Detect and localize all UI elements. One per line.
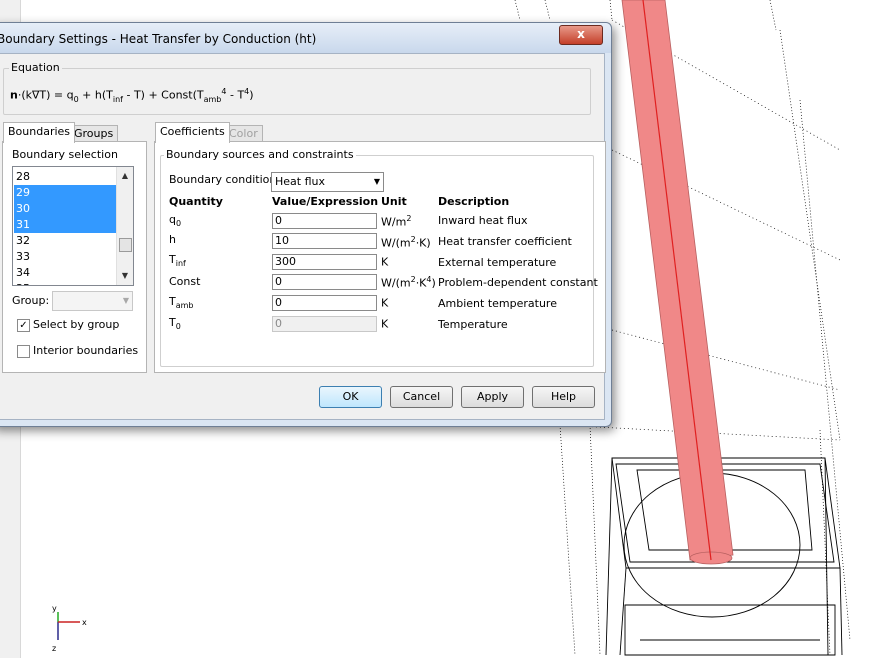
tinf-input[interactable]: 300: [272, 254, 377, 270]
list-item[interactable]: 30: [14, 201, 118, 217]
equation-label: Equation: [9, 61, 62, 74]
quantity-h: h: [169, 233, 176, 246]
description-tamb: Ambient temperature: [438, 297, 557, 310]
t0-input: 0: [272, 316, 377, 332]
column-header-unit: Unit: [381, 195, 407, 208]
group-label: Group:: [12, 294, 50, 307]
group-select[interactable]: ▼: [52, 291, 133, 311]
list-item[interactable]: 29: [14, 185, 118, 201]
select-by-group-checkbox[interactable]: ✓: [17, 319, 30, 332]
quantity-tinf: Tinf: [169, 253, 186, 269]
description-t0: Temperature: [438, 318, 508, 331]
scroll-down-icon[interactable]: ▼: [117, 269, 133, 283]
equation-n: n: [10, 88, 18, 102]
list-item[interactable]: 32: [14, 233, 118, 249]
list-item[interactable]: 35: [14, 281, 118, 285]
close-button[interactable]: x: [559, 25, 603, 45]
quantity-t0: T0: [169, 316, 181, 332]
quantity-const: Const: [169, 275, 201, 288]
boundary-list[interactable]: 28 29 30 31 32 33 34 35 ▲ ▼: [12, 166, 134, 286]
ok-button[interactable]: OK: [319, 386, 382, 408]
description-h: Heat transfer coefficient: [438, 235, 572, 248]
tab-coefficients[interactable]: Coefficients: [155, 122, 230, 143]
cancel-button[interactable]: Cancel: [390, 386, 453, 408]
chevron-down-icon: ▼: [122, 296, 129, 305]
list-item[interactable]: 31: [14, 217, 118, 233]
quantity-tamb: Tamb: [169, 295, 194, 311]
interior-boundaries-checkbox[interactable]: [17, 345, 30, 358]
unit-t0: K: [381, 317, 389, 331]
interior-boundaries-label: Interior boundaries: [33, 344, 139, 357]
tab-color[interactable]: Color: [224, 125, 263, 142]
unit-const: W/(m2·K4): [381, 275, 436, 290]
column-header-quantity: Quantity: [169, 195, 223, 208]
column-header-description: Description: [438, 195, 510, 208]
tamb-input[interactable]: 0: [272, 295, 377, 311]
scroll-thumb[interactable]: [119, 238, 132, 252]
close-icon: x: [577, 27, 585, 41]
help-button[interactable]: Help: [532, 386, 595, 408]
list-item[interactable]: 33: [14, 249, 118, 265]
chevron-down-icon: ▼: [373, 177, 380, 186]
condition-label: Boundary condition:: [169, 173, 281, 186]
description-const: Problem-dependent constant: [438, 276, 598, 289]
list-item[interactable]: 34: [14, 265, 118, 281]
dialog-title: Boundary Settings - Heat Transfer by Con…: [0, 32, 317, 46]
quantity-q0: q0: [169, 213, 182, 229]
apply-button[interactable]: Apply: [461, 386, 524, 408]
q0-input[interactable]: 0: [272, 213, 377, 229]
sources-label: Boundary sources and constraints: [164, 148, 356, 161]
scroll-up-icon[interactable]: ▲: [117, 169, 133, 183]
unit-q0: W/m2: [381, 214, 412, 229]
unit-tamb: K: [381, 296, 389, 310]
rod-axis-line: [642, 0, 712, 561]
axis-z-label: z: [52, 644, 57, 653]
equation-text: n·(k∇T) = q0 + h(Tinf - T) + Const(Tamb4…: [10, 87, 254, 104]
description-q0: Inward heat flux: [438, 214, 528, 227]
column-header-value: Value/Expression: [272, 195, 379, 208]
tab-groups[interactable]: Groups: [69, 125, 119, 142]
h-input[interactable]: 10: [272, 233, 377, 249]
unit-h: W/(m2·K): [381, 235, 431, 250]
tab-boundaries[interactable]: Boundaries: [3, 122, 76, 143]
unit-tinf: K: [381, 255, 389, 269]
axis-x-label: x: [82, 618, 87, 627]
const-input[interactable]: 0: [272, 274, 377, 290]
boundary-list-scrollbar[interactable]: ▲ ▼: [116, 167, 133, 285]
axis-triad-icon: [57, 612, 80, 640]
dialog-titlebar[interactable]: Boundary Settings - Heat Transfer by Con…: [0, 23, 611, 53]
list-item[interactable]: 28: [14, 169, 118, 185]
condition-select[interactable]: Heat flux ▼: [271, 172, 384, 192]
condition-select-value: Heat flux: [275, 175, 325, 188]
description-tinf: External temperature: [438, 256, 557, 269]
axis-y-label: y: [52, 604, 57, 613]
select-by-group-label: Select by group: [33, 318, 120, 331]
boundary-selection-label: Boundary selection: [12, 148, 118, 161]
